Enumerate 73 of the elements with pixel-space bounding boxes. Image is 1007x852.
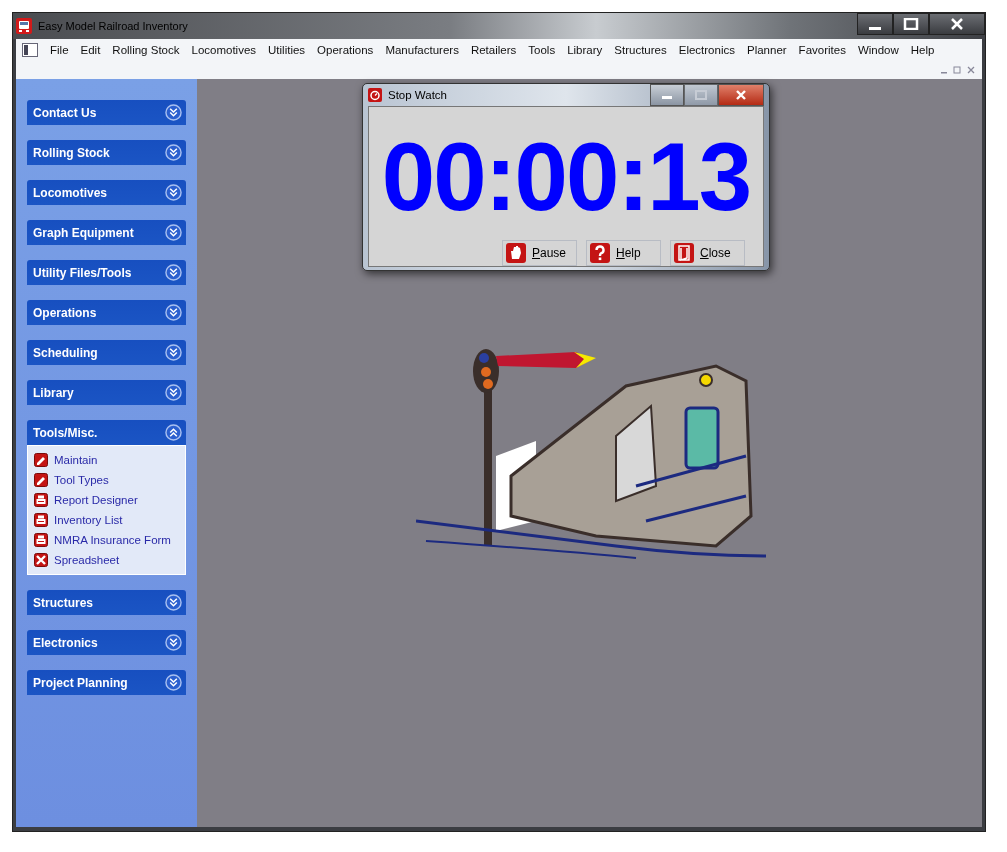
minimize-button[interactable] <box>857 13 893 35</box>
menu-item[interactable]: Manufacturers <box>379 44 465 56</box>
printer-icon <box>34 533 48 547</box>
sidebar-section-header[interactable]: Operations <box>27 300 186 325</box>
elapsed-time: 00:00:13 <box>381 129 751 225</box>
mdi-window-controls-icon[interactable] <box>940 66 976 74</box>
pause-button[interactable]: Pause <box>502 240 577 266</box>
menu-item[interactable]: File <box>44 44 75 56</box>
menu-item[interactable]: Rolling Stock <box>106 44 186 56</box>
sidebar-section-header[interactable]: Contact Us <box>27 100 186 125</box>
menu-item[interactable]: Utilities <box>262 44 312 56</box>
menu-item[interactable]: Library <box>561 44 609 56</box>
sidebar-link[interactable]: Report Designer <box>34 490 185 510</box>
expand-chevron-icon[interactable] <box>165 224 182 241</box>
close-dialog-button[interactable]: Close <box>670 240 745 266</box>
train-icon <box>16 18 32 34</box>
sidebar-link[interactable]: Maintain <box>34 450 185 470</box>
menu-item[interactable]: Planner <box>740 44 793 56</box>
sidebar-section-header[interactable]: Scheduling <box>27 340 186 365</box>
maximize-icon <box>901 18 921 30</box>
door-icon <box>674 243 694 263</box>
window-title: Easy Model Railroad Inventory <box>38 20 188 32</box>
menu-item[interactable]: Favorites <box>792 44 852 56</box>
expand-chevron-icon[interactable] <box>165 674 182 691</box>
expand-chevron-icon[interactable] <box>165 384 182 401</box>
sidebar-section-header[interactable]: Structures <box>27 590 186 615</box>
document-icon[interactable] <box>22 43 38 57</box>
maximize-icon <box>694 90 708 100</box>
collapse-chevron-icon[interactable] <box>165 424 182 441</box>
sidebar-section-header[interactable]: Project Planning <box>27 670 186 695</box>
close-button[interactable] <box>929 13 985 35</box>
menu-item[interactable]: Help <box>904 44 941 56</box>
pencil-icon <box>34 473 48 487</box>
minimize-button[interactable] <box>650 84 684 106</box>
pencil-icon <box>34 453 48 467</box>
sidebar-link[interactable]: Inventory List <box>34 510 185 530</box>
sidebar-link[interactable]: NMRA Insurance Form <box>34 530 185 550</box>
menu-item[interactable]: Retailers <box>464 44 523 56</box>
sidebar-section-header[interactable]: Tools/Misc. <box>27 420 186 445</box>
close-icon <box>734 90 748 100</box>
menu-item[interactable]: Tools <box>522 44 562 56</box>
expand-chevron-icon[interactable] <box>165 344 182 361</box>
expand-chevron-icon[interactable] <box>165 184 182 201</box>
sidebar-section-header[interactable]: Library <box>27 380 186 405</box>
printer-icon <box>34 493 48 507</box>
hand-icon <box>506 243 526 263</box>
sidebar-section-header[interactable]: Electronics <box>27 630 186 655</box>
sidebar-link[interactable]: Spreadsheet <box>34 550 185 570</box>
printer-icon <box>34 513 48 527</box>
menu-item[interactable]: Operations <box>311 44 380 56</box>
expand-chevron-icon[interactable] <box>165 104 182 121</box>
menu-item[interactable]: Electronics <box>672 44 741 56</box>
expand-chevron-icon[interactable] <box>165 634 182 651</box>
expand-chevron-icon[interactable] <box>165 304 182 321</box>
minimize-icon <box>869 26 881 30</box>
menu-item[interactable]: Edit <box>74 44 107 56</box>
question-mark-icon <box>590 243 610 263</box>
sidebar-section-header[interactable]: Graph Equipment <box>27 220 186 245</box>
menu-item[interactable]: Locomotives <box>185 44 263 56</box>
expand-chevron-icon[interactable] <box>165 144 182 161</box>
expand-chevron-icon[interactable] <box>165 594 182 611</box>
close-button[interactable] <box>718 84 764 106</box>
expand-chevron-icon[interactable] <box>165 264 182 281</box>
menu-item[interactable]: Structures <box>608 44 673 56</box>
stopwatch-icon <box>368 88 382 102</box>
sidebar-section-header[interactable]: Locomotives <box>27 180 186 205</box>
sidebar-link[interactable]: Tool Types <box>34 470 185 490</box>
maximize-button[interactable] <box>893 13 929 35</box>
menu-item[interactable]: Window <box>851 44 905 56</box>
sidebar-section-header[interactable]: Rolling Stock <box>27 140 186 165</box>
help-button[interactable]: Help <box>586 240 661 266</box>
sidebar-section-header[interactable]: Utility Files/Tools <box>27 260 186 285</box>
dialog-title: Stop Watch <box>388 89 448 101</box>
